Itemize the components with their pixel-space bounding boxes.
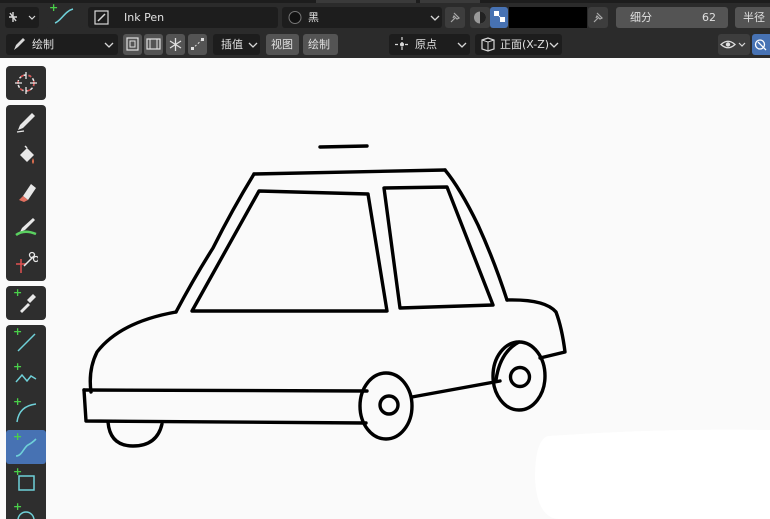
corner-icon xyxy=(191,38,204,50)
origin-label: 原点 xyxy=(415,38,437,51)
tool-draw[interactable] xyxy=(6,105,46,139)
stroke-placement-toggle[interactable] xyxy=(188,34,207,55)
drawing-canvas[interactable] xyxy=(0,58,770,519)
bumper-top-stroke xyxy=(82,388,369,393)
tool-group-draw xyxy=(6,105,46,281)
tool-arc[interactable]: + xyxy=(6,395,46,429)
vertex-paint-icon xyxy=(494,11,505,22)
header-strip xyxy=(0,0,770,3)
circle-icon xyxy=(17,511,35,519)
view-menu[interactable]: 视图 xyxy=(266,34,299,55)
subdivide-value: 62 xyxy=(702,11,716,24)
eyedropper-icon xyxy=(20,294,36,313)
material-name: 黑 xyxy=(308,11,319,24)
subdivide-slider[interactable]: 细分 62 xyxy=(616,7,728,28)
chevron-down-icon xyxy=(457,42,467,48)
workspace-menu[interactable] xyxy=(5,7,39,28)
origin-dropdown[interactable]: 原点 xyxy=(389,34,470,55)
pin-material-button[interactable] xyxy=(445,7,465,28)
tool-circle[interactable]: + xyxy=(6,500,46,519)
arc-icon xyxy=(16,403,37,423)
pin-color-button[interactable] xyxy=(588,7,608,28)
tool-group-shapes: + + + + + + xyxy=(6,325,46,519)
subdivide-label: 细分 xyxy=(630,11,652,24)
overlay-toggle[interactable] xyxy=(752,34,770,55)
curve-icon xyxy=(15,438,37,457)
mode-dropdown[interactable]: 绘制 xyxy=(6,34,118,55)
chevron-down-icon xyxy=(430,15,440,21)
overlay-icon xyxy=(754,39,767,51)
view-menu-label: 视图 xyxy=(271,38,293,51)
color-swatch[interactable] xyxy=(509,7,587,28)
draw-menu-label: 绘制 xyxy=(308,38,330,51)
viewport-header: 绘制 插值 视图 绘制 原点 正面(X-Z) xyxy=(0,31,770,58)
origin-icon xyxy=(395,37,409,52)
brush-preview[interactable]: + xyxy=(45,1,83,28)
multiframe-icon xyxy=(126,37,139,51)
visibility-dropdown[interactable] xyxy=(718,34,750,55)
tool-box[interactable]: + xyxy=(6,465,46,499)
tool-curve[interactable]: + xyxy=(6,430,46,464)
tool-eyedropper[interactable]: + xyxy=(6,286,46,320)
tool-erase[interactable] xyxy=(6,175,46,209)
material-sphere-icon xyxy=(288,11,302,24)
chevron-down-icon xyxy=(248,42,258,48)
tool-group-cursor xyxy=(6,66,46,100)
cutter-icon xyxy=(16,251,38,273)
brush-field[interactable]: Ink Pen xyxy=(88,7,278,28)
vertex-color-button[interactable] xyxy=(490,7,508,28)
orientation-icon xyxy=(481,37,495,52)
tool-settings-header: + Ink Pen 黑 细分 62 半径 xyxy=(0,0,770,31)
polyline-icon xyxy=(15,373,37,383)
chevron-down-icon xyxy=(104,42,114,48)
line-icon xyxy=(17,333,36,352)
snowflake-icon xyxy=(169,38,182,51)
tool-fill[interactable] xyxy=(6,140,46,174)
snowflake-toggle[interactable] xyxy=(166,34,185,55)
mask-toggle[interactable] xyxy=(144,34,163,55)
pin-brush-icon xyxy=(9,12,36,22)
draw-icon xyxy=(16,113,35,133)
tool-group-sample: + xyxy=(6,286,46,320)
tool-polyline[interactable]: + xyxy=(6,360,46,394)
radius-slider[interactable]: 半径 xyxy=(735,7,770,28)
radius-label: 半径 xyxy=(743,11,765,24)
pin-icon xyxy=(593,12,604,23)
chevron-down-icon xyxy=(549,42,559,48)
tool-cursor[interactable] xyxy=(6,66,46,100)
pencil-icon xyxy=(14,38,25,50)
orientation-label: 正面(X-Z) xyxy=(500,38,550,51)
highlight-blob xyxy=(535,429,770,519)
curve-brush-icon: + xyxy=(49,1,74,24)
brush-name: Ink Pen xyxy=(124,11,165,24)
tool-line[interactable]: + xyxy=(6,325,46,359)
tint-icon xyxy=(15,218,37,237)
color-wheel-icon xyxy=(474,11,486,24)
mask-icon xyxy=(146,38,161,50)
multiframe-toggle[interactable] xyxy=(123,34,142,55)
erase-icon xyxy=(19,184,36,202)
roof-light-stroke xyxy=(318,144,369,149)
material-field[interactable]: 黑 xyxy=(282,7,442,28)
draw-menu[interactable]: 绘制 xyxy=(303,34,338,55)
interpolate-label: 插值 xyxy=(221,38,243,51)
brush-icon xyxy=(94,10,109,25)
fill-icon xyxy=(20,145,34,164)
svg-text:+: + xyxy=(49,1,58,14)
interpolate-dropdown[interactable]: 插值 xyxy=(213,34,260,55)
cursor-icon xyxy=(15,72,37,94)
orientation-dropdown[interactable]: 正面(X-Z) xyxy=(475,34,562,55)
box-icon xyxy=(18,475,35,491)
color-mode-button[interactable] xyxy=(470,7,490,28)
mode-label: 绘制 xyxy=(32,38,54,51)
tool-cutter[interactable] xyxy=(6,245,46,279)
pin-icon xyxy=(450,12,461,23)
tool-tint[interactable] xyxy=(6,210,46,244)
eye-icon xyxy=(720,40,746,49)
